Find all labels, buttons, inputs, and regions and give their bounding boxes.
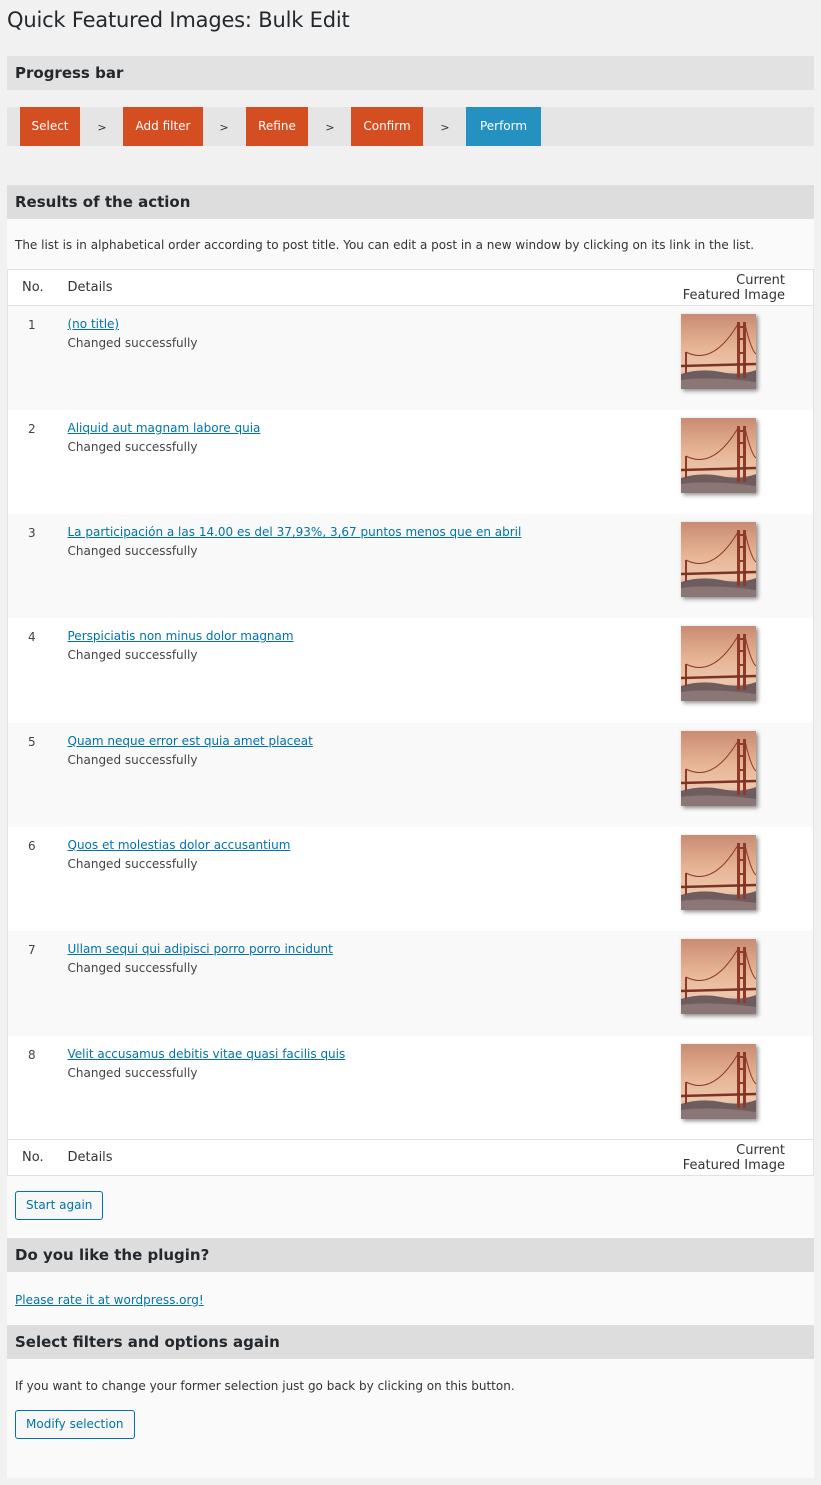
select-again-heading: Select filters and options again: [7, 1325, 814, 1359]
row-details: Quam neque error est quia amet placeat C…: [67, 722, 664, 827]
results-table: No. Details Current Featured Image 1 (no…: [7, 269, 814, 1177]
step-separator: >: [219, 121, 229, 134]
row-details: Quos et molestias dolor accusantium Chan…: [68, 827, 664, 931]
bridge-image-icon: [680, 314, 756, 389]
post-title-link[interactable]: Velit accusamus debitis vitae quasi faci…: [68, 1047, 346, 1061]
select-again-text: If you want to change your former select…: [15, 1379, 515, 1393]
row-number: 7: [7, 931, 68, 1036]
row-details: Ullam sequi qui adipisci porro porro inc…: [67, 931, 664, 1036]
column-footer-image: Current Featured Image: [663, 1139, 814, 1176]
row-details: Velit accusamus debitis vitae quasi faci…: [68, 1036, 664, 1140]
post-title-link[interactable]: La participación a las 14.00 es del 37,9…: [68, 525, 522, 539]
featured-image-thumbnail[interactable]: [680, 1043, 756, 1119]
row-thumbnail-cell: [664, 1036, 814, 1140]
results-heading: Results of the action: [7, 185, 814, 219]
row-thumbnail-cell: [664, 618, 814, 722]
step-perform: Perform: [466, 107, 541, 146]
bridge-image-icon: [680, 626, 756, 702]
row-status: Changed successfully: [67, 336, 198, 350]
featured-image-thumbnail[interactable]: [680, 522, 756, 598]
step-refine: Refine: [246, 107, 308, 146]
progress-steps: Select > Add filter > Refine > Confirm >…: [7, 107, 814, 146]
row-details: La participación a las 14.00 es del 37,9…: [67, 514, 664, 619]
table-footer-row: No. Details Current Featured Image: [7, 1139, 814, 1176]
featured-image-thumbnail[interactable]: [680, 417, 756, 493]
row-thumbnail-cell: [663, 722, 814, 827]
table-row: 5 Quam neque error est quia amet placeat…: [7, 722, 814, 827]
start-again-button[interactable]: Start again: [15, 1191, 104, 1220]
step-confirm: Confirm: [351, 107, 423, 146]
post-title-link[interactable]: Aliquid aut magnam labore quia: [68, 421, 261, 435]
progress-bar-heading: Progress bar: [7, 56, 814, 90]
column-header-image: Current Featured Image: [663, 269, 814, 306]
select-again-box: Select filters and options again If you …: [7, 1325, 814, 1478]
row-number: 6: [28, 838, 36, 853]
post-title-link[interactable]: Quam neque error est quia amet placeat: [68, 734, 313, 748]
like-plugin-box: Do you like the plugin? Please rate it a…: [7, 1238, 814, 1325]
column-header-details: Details: [67, 269, 664, 306]
row-status: Changed successfully: [67, 752, 198, 767]
row-details: Aliquid aut magnam labore quia Changed s…: [68, 410, 664, 514]
table-row: 7 Ullam sequi qui adipisci porro porro i…: [7, 931, 814, 1036]
table-row: 1 (no title) Changed successfully: [7, 305, 814, 410]
featured-image-thumbnail[interactable]: [680, 730, 756, 806]
table-row: 4 Perspiciatis non minus dolor magnam Ch…: [8, 618, 814, 722]
bridge-image-icon: [680, 417, 756, 493]
bridge-image-icon: [680, 730, 756, 806]
row-number: 4: [28, 630, 36, 645]
row-thumbnail-cell: [664, 410, 814, 514]
row-status: Changed successfully: [67, 648, 198, 663]
post-title-link[interactable]: (no title): [68, 317, 120, 331]
row-number: 3: [7, 514, 68, 619]
table-row: 8 Velit accusamus debitis vitae quasi fa…: [8, 1036, 814, 1140]
featured-image-thumbnail[interactable]: [680, 834, 756, 910]
post-title-link[interactable]: Ullam sequi qui adipisci porro porro inc…: [68, 942, 333, 956]
step-separator: >: [97, 121, 107, 134]
results-box: Results of the action The list is in alp…: [7, 185, 814, 1238]
row-thumbnail-cell: [663, 305, 814, 410]
bridge-image-icon: [680, 522, 756, 598]
step-separator: >: [440, 121, 450, 134]
column-footer-details: Details: [67, 1139, 664, 1176]
table-header-row: No. Details Current Featured Image: [7, 269, 814, 306]
column-header-no: No.: [7, 269, 68, 306]
step-separator: >: [325, 121, 335, 134]
row-status: Changed successfully: [67, 544, 198, 559]
row-thumbnail-cell: [664, 827, 814, 931]
post-title-link[interactable]: Perspiciatis non minus dolor magnam: [68, 629, 294, 643]
row-details: Perspiciatis non minus dolor magnam Chan…: [68, 618, 664, 722]
row-thumbnail-cell: [663, 514, 814, 619]
bridge-image-icon: [680, 834, 756, 910]
featured-image-thumbnail[interactable]: [680, 314, 756, 389]
table-row: 2 Aliquid aut magnam labore quia Changed…: [8, 410, 814, 514]
page-title: Quick Featured Images: Bulk Edit: [7, 8, 350, 32]
like-plugin-heading: Do you like the plugin?: [7, 1238, 814, 1272]
row-details: (no title) Changed successfully: [67, 305, 664, 410]
bridge-image-icon: [680, 1043, 756, 1119]
bridge-image-icon: [680, 939, 756, 1015]
row-number: 5: [7, 722, 68, 827]
results-intro: The list is in alphabetical order accord…: [15, 238, 755, 252]
row-number: 2: [28, 421, 36, 436]
featured-image-thumbnail[interactable]: [680, 939, 756, 1015]
row-number: 1: [7, 305, 68, 410]
rate-plugin-link[interactable]: Please rate it at wordpress.org!: [15, 1293, 204, 1307]
row-status: Changed successfully: [67, 1065, 198, 1080]
step-add-filter: Add filter: [123, 107, 203, 146]
table-row: 6 Quos et molestias dolor accusantium Ch…: [8, 827, 814, 931]
row-status: Changed successfully: [67, 856, 198, 871]
table-row: 3 La participación a las 14.00 es del 37…: [7, 514, 814, 619]
row-number: 8: [28, 1047, 36, 1062]
post-title-link[interactable]: Quos et molestias dolor accusantium: [68, 838, 291, 852]
column-footer-no: No.: [7, 1139, 68, 1176]
row-status: Changed successfully: [67, 961, 198, 976]
featured-image-thumbnail[interactable]: [680, 626, 756, 702]
modify-selection-button[interactable]: Modify selection: [15, 1410, 135, 1439]
row-thumbnail-cell: [663, 931, 814, 1036]
step-select: Select: [20, 107, 80, 146]
results-rows: 1 (no title) Changed successfully 2 Aliq…: [7, 305, 814, 1140]
row-status: Changed successfully: [67, 439, 198, 454]
